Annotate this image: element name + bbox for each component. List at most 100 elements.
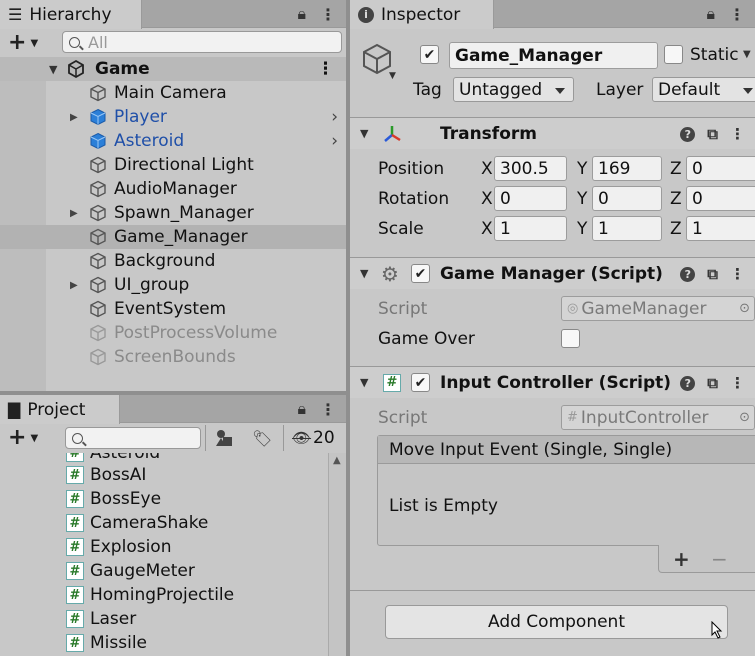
more-menu-icon[interactable]: ⋮ [320,400,336,419]
list-item[interactable]: # Missile [0,631,328,655]
hierarchy-item[interactable]: Background [0,249,346,273]
lock-icon[interactable]: 🔒︎ [297,4,306,24]
rotation-z-field[interactable]: 0 [686,186,755,211]
position-z-field[interactable]: 0 [686,156,755,181]
tag-dropdown[interactable]: Untagged [453,77,574,102]
hierarchy-item-disabled[interactable]: PostProcessVolume [0,321,346,345]
collapse-arrow-icon[interactable]: ▼ [360,376,368,389]
csharp-script-icon: # [66,490,84,508]
hierarchy-item[interactable]: ▶ Player › [0,105,346,129]
position-x-field[interactable]: 300.5 [494,156,567,181]
list-item[interactable]: # Laser [0,607,328,631]
remove-item-button[interactable]: − [711,547,728,571]
hierarchy-search-input[interactable]: All [62,31,342,53]
object-name-field[interactable]: Game_Manager [449,42,658,69]
list-item[interactable]: # BossEye [0,487,328,511]
item-label: Spawn_Manager [114,203,254,223]
component-menu-icon[interactable]: ⋮ [730,265,745,283]
inspector-tabbar: i Inspector 🔒︎ ⋮ [350,0,755,29]
search-icon [72,432,83,444]
csharp-script-icon: # [66,610,84,628]
expand-arrow-icon[interactable]: ▶ [70,280,78,291]
expand-arrow-icon[interactable]: ▼ [49,63,57,76]
component-enabled-checkbox[interactable]: ✔ [411,373,430,392]
more-menu-icon[interactable]: ⋮ [729,5,745,24]
hierarchy-item[interactable]: AudioManager [0,177,346,201]
active-checkbox[interactable]: ✔ [420,45,439,64]
position-y-field[interactable]: 169 [592,156,662,181]
lock-icon[interactable]: 🔒︎ [706,4,715,24]
hierarchy-item[interactable]: EventSystem [0,297,346,321]
hidden-packages-toggle[interactable]: 👁︎ 20 [292,428,335,448]
static-dropdown-caret-icon[interactable]: ▼ [743,49,751,60]
help-icon[interactable]: ? [680,266,696,282]
filter-by-type-icon[interactable] [214,428,234,448]
tab-project[interactable]: ▇ Project [0,395,120,424]
static-checkbox[interactable] [664,45,683,64]
scroll-up-arrow-icon[interactable]: ▲ [333,455,341,466]
tab-inspector[interactable]: i Inspector [350,0,494,29]
tab-hierarchy[interactable]: ☰ Hierarchy [0,0,142,29]
hierarchy-item[interactable]: Main Camera [0,81,346,105]
add-component-button[interactable]: Add Component [385,605,728,639]
game-over-checkbox[interactable] [561,329,580,348]
project-scrollbar[interactable]: ▲ [328,453,346,656]
collapse-arrow-icon[interactable]: ▼ [360,127,368,140]
lock-icon[interactable]: 🔒︎ [297,399,306,419]
unity-scene-icon [68,59,84,79]
script-object-field[interactable]: # InputController ⊙ [561,405,755,430]
layer-dropdown[interactable]: Default [652,77,755,102]
inspector-panel: i Inspector 🔒︎ ⋮ ▼ ✔ Game_Manager Static… [350,0,755,656]
filter-by-label-icon[interactable]: 🏷︎ [252,429,272,448]
scale-x-field[interactable]: 1 [494,216,567,241]
script-object-field[interactable]: ◎ GameManager ⊙ [561,296,755,321]
list-item[interactable]: # CameraShake [0,511,328,535]
icon-dropdown-caret-icon[interactable]: ▼ [389,71,396,81]
more-menu-icon[interactable]: ⋮ [320,5,336,24]
project-search-input[interactable] [65,427,201,449]
presets-sliders-icon[interactable]: ⧉ [707,125,718,143]
scene-menu-icon[interactable]: ⋮ [317,59,334,79]
hierarchy-tabbar: ☰ Hierarchy 🔒︎ ⋮ [0,0,346,29]
add-item-button[interactable]: + [673,547,690,571]
list-item[interactable]: # BossAI [0,463,328,487]
input-controller-header[interactable]: ▼ # ✔ Input Controller (Script) ? ⧉ ⋮ [350,366,755,398]
create-button[interactable]: + [8,427,26,449]
hierarchy-item[interactable]: Directional Light [0,153,346,177]
hierarchy-item[interactable]: Asteroid › [0,129,346,153]
object-picker-icon[interactable]: ⊙ [739,410,750,425]
chevron-down-icon[interactable]: ▼ [30,433,38,444]
scale-y-field[interactable]: 1 [592,216,662,241]
hierarchy-item-selected[interactable]: Game_Manager [0,225,346,249]
gameobject-cube-icon [90,300,106,318]
rotation-y-field[interactable]: 0 [592,186,662,211]
csharp-script-icon: # [66,514,84,532]
scale-z-field[interactable]: 1 [686,216,755,241]
hierarchy-item[interactable]: ▶ Spawn_Manager [0,201,346,225]
scene-row[interactable]: ▼ Game ⋮ [0,57,346,81]
component-enabled-checkbox[interactable]: ✔ [411,264,430,283]
collapse-arrow-icon[interactable]: ▼ [360,267,368,280]
chevron-right-icon[interactable]: › [331,131,338,151]
chevron-down-icon[interactable]: ▼ [30,38,38,49]
expand-arrow-icon[interactable]: ▶ [70,208,78,219]
chevron-right-icon[interactable]: › [331,107,338,127]
transform-header[interactable]: ▼ Transform ? ⧉ ⋮ [350,117,755,149]
create-button[interactable]: + [8,32,26,54]
list-item[interactable]: # GaugeMeter [0,559,328,583]
help-icon[interactable]: ? [680,126,696,142]
expand-arrow-icon[interactable]: ▶ [70,112,78,123]
field-value: 169 [598,158,631,179]
rotation-x-field[interactable]: 0 [494,186,567,211]
component-menu-icon[interactable]: ⋮ [730,374,745,392]
list-item[interactable]: # HomingProjectile [0,583,328,607]
presets-sliders-icon[interactable]: ⧉ [707,265,718,283]
game-manager-header[interactable]: ▼ ⚙ ✔ Game Manager (Script) ? ⧉ ⋮ [350,257,755,289]
object-picker-icon[interactable]: ⊙ [739,301,750,316]
hierarchy-item-disabled[interactable]: ScreenBounds [0,345,346,369]
list-item[interactable]: # Explosion [0,535,328,559]
hierarchy-item[interactable]: ▶ UI_group [0,273,346,297]
help-icon[interactable]: ? [680,375,696,391]
component-menu-icon[interactable]: ⋮ [730,125,745,143]
presets-sliders-icon[interactable]: ⧉ [707,374,718,392]
